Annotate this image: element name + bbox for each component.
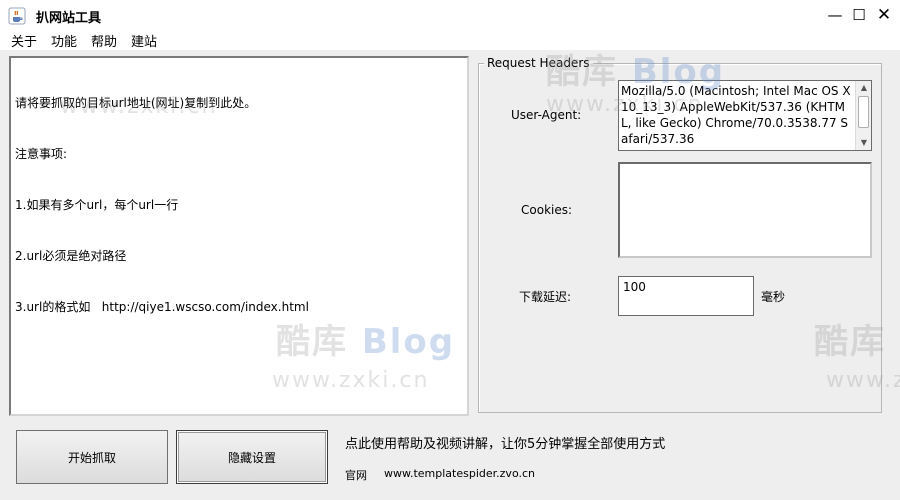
user-agent-value: Mozilla/5.0 (Macintosh; Intel Mac OS X 1… — [621, 84, 851, 146]
menu-about[interactable]: 关于 — [4, 31, 44, 50]
hide-settings-button[interactable]: 隐藏设置 — [176, 430, 328, 484]
maximize-button[interactable]: ☐ — [848, 4, 870, 26]
url-input-line: 注意事项: — [15, 147, 68, 161]
user-agent-field[interactable]: Mozilla/5.0 (Macintosh; Intel Mac OS X 1… — [618, 80, 872, 151]
title-bar: 扒网站工具 — ☐ ✕ — [0, 0, 900, 32]
java-cup-icon — [8, 7, 26, 25]
cookies-label: Cookies: — [521, 203, 573, 217]
scroll-down-icon[interactable]: ▼ — [856, 136, 871, 150]
official-site-label: 官网 — [345, 469, 367, 482]
close-button[interactable]: ✕ — [873, 4, 895, 26]
official-site-link[interactable]: www.templatespider.zvo.cn — [384, 467, 535, 480]
delay-label: 下载延迟: — [519, 290, 572, 304]
window-title: 扒网站工具 — [36, 11, 102, 26]
menu-bar: 关于 功能 帮助 建站 — [0, 30, 900, 50]
cookies-field[interactable] — [618, 162, 872, 258]
help-link[interactable]: 点此使用帮助及视频讲解，让你5分钟掌握全部使用方式 — [345, 433, 665, 452]
minimize-button[interactable]: — — [824, 4, 846, 26]
scroll-thumb[interactable] — [858, 96, 869, 128]
delay-unit-label: 毫秒 — [761, 290, 786, 304]
user-agent-label: User-Agent: — [511, 108, 582, 122]
menu-build-site[interactable]: 建站 — [124, 31, 164, 50]
menu-features[interactable]: 功能 — [44, 31, 84, 50]
scroll-up-icon[interactable]: ▲ — [856, 81, 871, 95]
user-agent-scrollbar[interactable]: ▲ ▼ — [855, 81, 871, 150]
request-headers-legend: Request Headers — [484, 56, 593, 70]
start-crawl-button[interactable]: 开始抓取 — [16, 430, 168, 484]
url-input-line: 请将要抓取的目标url地址(网址)复制到此处。 — [15, 96, 257, 110]
url-input-textarea[interactable]: 请将要抓取的目标url地址(网址)复制到此处。 注意事项: 1.如果有多个url… — [9, 56, 469, 416]
url-input-line: 3.url的格式如 http://qiye1.wscso.com/index.h… — [15, 300, 309, 314]
menu-help[interactable]: 帮助 — [84, 31, 124, 50]
url-input-line: 2.url必须是绝对路径 — [15, 249, 127, 263]
url-input-line: 1.如果有多个url，每个url一行 — [15, 198, 179, 212]
delay-field[interactable]: 100 — [618, 276, 754, 316]
